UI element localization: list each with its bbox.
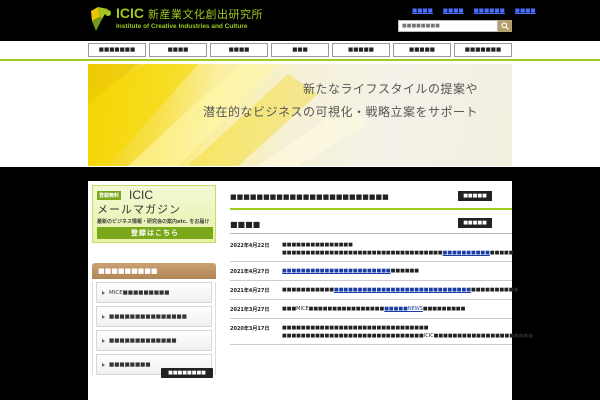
news-item: 2021年3月27日 ■■■MICE■■■■■■■■■■■■■■■■■■■■■N… — [230, 300, 512, 319]
banner-line-2: 潜在的なビジネスの可視化・戦略立案をサポート — [202, 105, 478, 119]
nav-item-4[interactable]: ■■■ — [271, 43, 329, 57]
search-button[interactable] — [498, 20, 512, 32]
top-links: ■■■■ ■■■■ ■■■■■■ ■■■■ — [412, 8, 536, 14]
hero-banner: 新たなライフスタイルの提案や 潜在的なビジネスの可視化・戦略立案をサポート — [88, 64, 512, 166]
news-text: ■■■■■■■■■■■■■■■■■■■■■■■■■■■■■ — [282, 268, 420, 274]
magazine-desc: 最新のビジネス情報・研究会の案内etc. をお届け — [97, 219, 210, 225]
news-text: ■■■■■■■■■■■■■■■■■■■■■■■■■■■■■■■ ■■■■■■■■… — [282, 325, 533, 339]
news-link[interactable]: ■■■■■■■■■■■■■■■■■■■■■■■ — [282, 268, 391, 274]
section-title-1: ■■■■■■■■■■■■■■■■■■■■■■■■ — [230, 193, 389, 201]
banner-copy: 新たなライフスタイルの提案や 潜在的なビジネスの可視化・戦略立案をサポート — [203, 80, 478, 120]
side-menu-list: MICE■■■■■■■■■ ■■■■■■■■■■■■■■■ ■■■■■■■■■■… — [92, 282, 216, 375]
main-column: ■■■■■■■■■■■■■■■■■■■■■■■■ ■■■■■ ■■■■ ■■■■… — [230, 181, 533, 400]
news-date: 2021年4月27日 — [230, 269, 270, 275]
side-menu-item[interactable]: ■■■■■■■■■■■■■ — [96, 330, 212, 351]
nav-item-5[interactable]: ■■■■■ — [332, 43, 390, 57]
nav-item-3[interactable]: ■■■■ — [210, 43, 268, 57]
logo-mark-icon — [91, 7, 111, 31]
news-date: 2020年3月17日 — [230, 326, 270, 332]
news-more-button[interactable]: ■■■■■ — [458, 218, 492, 228]
nav-item-1[interactable]: ■■■■■■■ — [88, 43, 146, 57]
nav-item-6[interactable]: ■■■■■ — [393, 43, 451, 57]
news-text: ■■■MICE■■■■■■■■■■■■■■■■■■■■■NEWS■■■■■■■■… — [282, 306, 466, 312]
news-link[interactable]: ■■■■■■■■■■■■■■■■■■■■■■■■■■■■■ — [334, 287, 471, 293]
section-1-more-button[interactable]: ■■■■■ — [458, 191, 492, 201]
site-logo[interactable]: ICIC 新産業文化創出研究所 Institute of Creative Ind… — [88, 5, 263, 35]
news-item: 2020年3月17日 ■■■■■■■■■■■■■■■■■■■■■■■■■■■■■… — [230, 319, 533, 345]
news-text: ■■■■■■■■■■■■■■■■■■■■■■■■■■■■■■■■■■■■■■■■… — [282, 287, 519, 293]
top-link-2[interactable]: ■■■■ — [443, 8, 464, 14]
news-item: 2021年4月27日 ■■■■■■■■■■■■■■■■■■■■■■■■■■■■■ — [230, 262, 512, 281]
magazine-title: メールマガジン — [97, 203, 181, 216]
banner-line-1: 新たなライフスタイルの提案や — [302, 82, 478, 96]
side-menu-item[interactable]: MICE■■■■■■■■■ — [96, 282, 212, 303]
top-link-4[interactable]: ■■■■ — [515, 8, 536, 14]
section-header-news: ■■■■ ■■■■■ — [230, 218, 512, 234]
news-link[interactable]: ■■■■■■■■■■ — [443, 250, 490, 256]
nav-item-7[interactable]: ■■■■■■■ — [454, 43, 512, 57]
news-item: 2021年4月27日 ■■■■■■■■■■■■■■■■■■■■■■■■■■■■■… — [230, 281, 519, 300]
main-nav: ■■■■■■■ ■■■■ ■■■■ ■■■ ■■■■■ ■■■■■ ■■■■■■… — [0, 41, 600, 61]
news-date: 2021年3月27日 — [230, 307, 270, 313]
logo-subtitle: Institute of Creative Industries and Cul… — [116, 23, 248, 30]
side-menu: ■■■■■■■■■ MICE■■■■■■■■■ ■■■■■■■■■■■■■■■ … — [92, 263, 216, 375]
news-item: 2022年4月22日 ■■■■■■■■■■■■■■■ ■■■■■■■■■■■■■… — [230, 236, 514, 262]
section-title-news: ■■■■ — [230, 220, 261, 229]
news-date: 2022年4月22日 — [230, 243, 270, 249]
side-menu-title: ■■■■■■■■■ — [92, 263, 216, 279]
news-text: ■■■■■■■■■■■■■■■ ■■■■■■■■■■■■■■■■■■■■■■■■… — [282, 242, 514, 256]
logo-title: ICIC 新産業文化創出研究所 — [116, 5, 263, 21]
search-box — [398, 20, 512, 32]
mail-magazine-banner[interactable]: 登録無料 ICIC メールマガジン 最新のビジネス情報・研究会の案内etc. を… — [92, 185, 216, 243]
free-badge: 登録無料 — [97, 191, 122, 200]
magazine-brand: ICIC — [129, 188, 153, 202]
search-icon — [501, 22, 509, 30]
news-date: 2021年4月27日 — [230, 288, 270, 294]
news-list: 2022年4月22日 ■■■■■■■■■■■■■■■ ■■■■■■■■■■■■■… — [230, 236, 533, 345]
news-link[interactable]: ■■■■■NEWS — [384, 306, 423, 312]
magazine-register-button[interactable]: 登録はこちら — [97, 227, 213, 239]
top-link-3[interactable]: ■■■■■■ — [474, 8, 505, 14]
top-link-1[interactable]: ■■■■ — [412, 8, 433, 14]
side-menu-item[interactable]: ■■■■■■■■■■■■■■■ — [96, 306, 212, 327]
nav-item-2[interactable]: ■■■■ — [149, 43, 207, 57]
section-header-1: ■■■■■■■■■■■■■■■■■■■■■■■■ ■■■■■ — [230, 188, 512, 210]
site-header: ICIC 新産業文化創出研究所 Institute of Creative Ind… — [0, 0, 600, 41]
side-more-button[interactable]: ■■■■■■■■ — [161, 368, 213, 378]
sidebar: 登録無料 ICIC メールマガジン 最新のビジネス情報・研究会の案内etc. を… — [88, 181, 216, 400]
search-input[interactable] — [398, 20, 498, 32]
content-area: 登録無料 ICIC メールマガジン 最新のビジネス情報・研究会の案内etc. を… — [88, 181, 533, 400]
